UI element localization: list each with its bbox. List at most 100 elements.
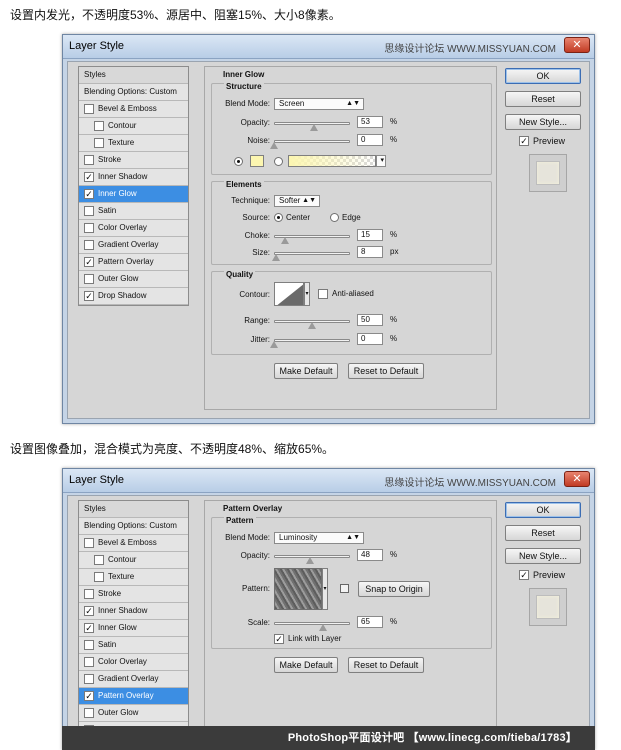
- jitter-slider-thumb[interactable]: [270, 341, 278, 348]
- jitter-input[interactable]: 0: [357, 333, 383, 345]
- style-checkbox[interactable]: [84, 640, 94, 650]
- style-checkbox[interactable]: [84, 657, 94, 667]
- styles-list-item[interactable]: Outer Glow: [79, 271, 188, 288]
- technique-select[interactable]: Softer ▲▼: [274, 195, 320, 207]
- styles-list-item[interactable]: Outer Glow: [79, 705, 188, 722]
- snap-to-origin-button[interactable]: Snap to Origin: [358, 581, 430, 597]
- styles-list-item[interactable]: Contour: [79, 118, 188, 135]
- style-checkbox[interactable]: ✓: [84, 623, 94, 633]
- blend-mode-select[interactable]: Luminosity ▲▼: [274, 532, 364, 544]
- range-input[interactable]: 50: [357, 314, 383, 326]
- style-checkbox[interactable]: [84, 206, 94, 216]
- styles-list-item[interactable]: Contour: [79, 552, 188, 569]
- styles-list-item[interactable]: ✓ Inner Shadow: [79, 169, 188, 186]
- style-checkbox[interactable]: [84, 104, 94, 114]
- contour-picker[interactable]: [274, 282, 304, 306]
- choke-slider-thumb[interactable]: [281, 237, 290, 244]
- styles-list-item[interactable]: Stroke: [79, 586, 188, 603]
- style-checkbox[interactable]: [84, 538, 94, 548]
- link-with-layer-checkbox[interactable]: ✓: [274, 634, 284, 644]
- styles-list-item[interactable]: Satin: [79, 637, 188, 654]
- style-checkbox[interactable]: ✓: [84, 691, 94, 701]
- size-input[interactable]: 8: [357, 246, 383, 258]
- blend-mode-select[interactable]: Screen ▲▼: [274, 98, 364, 110]
- scale-input[interactable]: 65: [357, 616, 383, 628]
- reset-to-default-button[interactable]: Reset to Default: [348, 363, 424, 379]
- new-style-button[interactable]: New Style...: [505, 548, 581, 564]
- noise-slider-thumb[interactable]: [270, 142, 278, 149]
- source-center-radio[interactable]: [274, 213, 283, 222]
- style-checkbox[interactable]: [94, 555, 104, 565]
- opacity-input[interactable]: 48: [357, 549, 383, 561]
- dialog-titlebar[interactable]: Layer Style 思缘设计论坛 WWW.MISSYUAN.COM ✕: [63, 469, 594, 493]
- style-checkbox[interactable]: [94, 138, 104, 148]
- scale-slider-track[interactable]: [274, 622, 350, 625]
- preview-checkbox[interactable]: ✓: [519, 570, 529, 580]
- styles-list-item[interactable]: Blending Options: Custom: [79, 518, 188, 535]
- ok-button[interactable]: OK: [505, 68, 581, 84]
- gradient-radio[interactable]: [274, 157, 283, 166]
- dialog-titlebar[interactable]: Layer Style 思缘设计论坛 WWW.MISSYUAN.COM ✕: [63, 35, 594, 59]
- glow-color-swatch[interactable]: [250, 155, 264, 167]
- opacity-input[interactable]: 53: [357, 116, 383, 128]
- styles-list-item[interactable]: Bevel & Emboss: [79, 535, 188, 552]
- style-checkbox[interactable]: ✓: [84, 172, 94, 182]
- choke-input[interactable]: 15: [357, 229, 383, 241]
- size-slider-track[interactable]: [274, 252, 350, 255]
- range-slider-thumb[interactable]: [308, 322, 316, 329]
- style-checkbox[interactable]: [94, 572, 104, 582]
- noise-slider-track[interactable]: [274, 140, 350, 143]
- styles-list-item[interactable]: Satin: [79, 203, 188, 220]
- styles-list-item[interactable]: ✓ Inner Shadow: [79, 603, 188, 620]
- styles-list-item[interactable]: Bevel & Emboss: [79, 101, 188, 118]
- styles-list-item[interactable]: ✓ Inner Glow: [79, 620, 188, 637]
- color-radio[interactable]: [234, 157, 243, 166]
- ok-button[interactable]: OK: [505, 502, 581, 518]
- reset-to-default-button[interactable]: Reset to Default: [348, 657, 424, 673]
- jitter-slider-track[interactable]: [274, 339, 350, 342]
- styles-list-item[interactable]: Stroke: [79, 152, 188, 169]
- styles-list-item[interactable]: ✓ Drop Shadow: [79, 288, 188, 305]
- styles-list-item[interactable]: Styles: [79, 501, 188, 518]
- contour-dropdown[interactable]: ▾: [304, 282, 310, 306]
- make-default-button[interactable]: Make Default: [274, 363, 338, 379]
- style-checkbox[interactable]: ✓: [84, 606, 94, 616]
- style-checkbox[interactable]: ✓: [84, 189, 94, 199]
- styles-list-item[interactable]: Color Overlay: [79, 220, 188, 237]
- style-checkbox[interactable]: [84, 274, 94, 284]
- styles-list-item[interactable]: ✓ Pattern Overlay: [79, 688, 188, 705]
- reset-button[interactable]: Reset: [505, 525, 581, 541]
- close-button[interactable]: ✕: [564, 37, 590, 53]
- styles-list-item[interactable]: Styles: [79, 67, 188, 84]
- style-checkbox[interactable]: [84, 240, 94, 250]
- styles-list-item[interactable]: Blending Options: Custom: [79, 84, 188, 101]
- styles-list-item[interactable]: Color Overlay: [79, 654, 188, 671]
- styles-list-item[interactable]: ✓ Pattern Overlay: [79, 254, 188, 271]
- scale-slider-thumb[interactable]: [319, 624, 328, 631]
- style-checkbox[interactable]: [94, 121, 104, 131]
- noise-input[interactable]: 0: [357, 134, 383, 146]
- new-preset-icon[interactable]: [340, 584, 349, 593]
- styles-list-item[interactable]: Gradient Overlay: [79, 671, 188, 688]
- new-style-button[interactable]: New Style...: [505, 114, 581, 130]
- anti-aliased-checkbox[interactable]: [318, 289, 328, 299]
- glow-gradient-picker[interactable]: [288, 155, 376, 167]
- styles-list-item[interactable]: Texture: [79, 569, 188, 586]
- gradient-dropdown[interactable]: ▾: [376, 155, 386, 167]
- style-checkbox[interactable]: ✓: [84, 291, 94, 301]
- styles-list-item[interactable]: Gradient Overlay: [79, 237, 188, 254]
- preview-checkbox[interactable]: ✓: [519, 136, 529, 146]
- close-button[interactable]: ✕: [564, 471, 590, 487]
- style-checkbox[interactable]: [84, 708, 94, 718]
- opacity-slider-thumb[interactable]: [310, 124, 319, 131]
- style-checkbox[interactable]: [84, 223, 94, 233]
- style-checkbox[interactable]: [84, 589, 94, 599]
- style-checkbox[interactable]: [84, 674, 94, 684]
- style-checkbox[interactable]: [84, 155, 94, 165]
- style-checkbox[interactable]: ✓: [84, 257, 94, 267]
- source-edge-radio[interactable]: [330, 213, 339, 222]
- size-slider-thumb[interactable]: [272, 254, 281, 261]
- pattern-dropdown[interactable]: ▾: [322, 568, 328, 610]
- make-default-button[interactable]: Make Default: [274, 657, 338, 673]
- pattern-picker[interactable]: [274, 568, 322, 610]
